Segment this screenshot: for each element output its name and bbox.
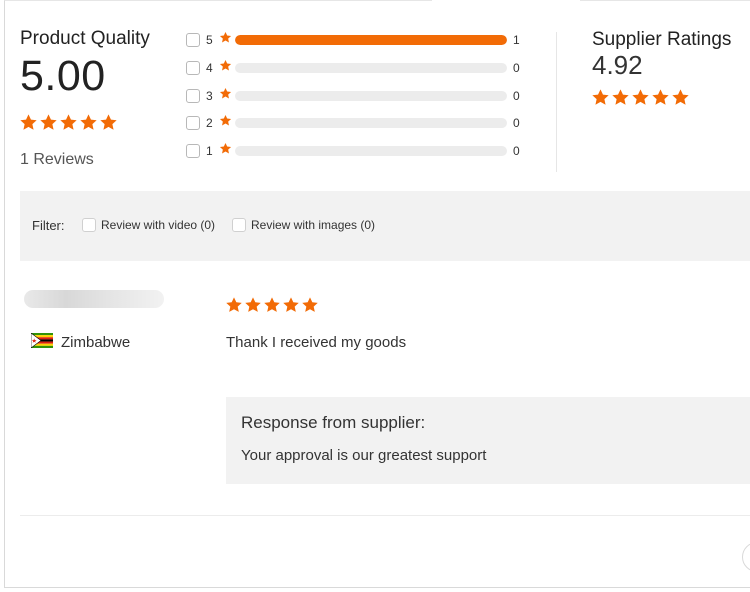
product-quality-score: 5.00 bbox=[20, 52, 106, 100]
rating-row-3: 3 0 bbox=[186, 86, 520, 106]
supplier-response: Response from supplier: Your approval is… bbox=[226, 397, 750, 484]
review-text: Thank I received my goods bbox=[226, 334, 407, 351]
checkbox-icon[interactable] bbox=[232, 218, 246, 232]
product-quality-stars bbox=[19, 113, 118, 132]
rating-row-2: 2 0 bbox=[186, 113, 520, 133]
filter-label: Filter: bbox=[32, 218, 65, 233]
tab-edge bbox=[432, 0, 580, 3]
star-icon bbox=[612, 89, 629, 105]
filter-images-label: Review with images (0) bbox=[251, 218, 376, 232]
rating-checkbox-2[interactable] bbox=[186, 116, 200, 130]
rating-checkbox-3[interactable] bbox=[186, 89, 200, 103]
review-divider bbox=[20, 515, 750, 516]
reviewer-name-blurred bbox=[24, 290, 164, 308]
filter-video-option[interactable]: Review with video (0) bbox=[82, 218, 215, 232]
rating-bar bbox=[235, 35, 507, 45]
review-stars bbox=[225, 296, 319, 314]
rating-count: 0 bbox=[513, 89, 520, 103]
vertical-divider bbox=[556, 32, 557, 172]
star-icon bbox=[672, 89, 689, 105]
star-icon bbox=[652, 89, 669, 105]
supplier-ratings-stars bbox=[591, 88, 690, 107]
star-icon bbox=[219, 31, 232, 49]
star-icon bbox=[219, 114, 232, 132]
rating-row-5: 5 1 bbox=[186, 30, 520, 50]
star-icon bbox=[80, 114, 97, 130]
star-icon bbox=[219, 87, 232, 99]
rating-checkbox-1[interactable] bbox=[186, 144, 200, 158]
filter-video-label: Review with video (0) bbox=[101, 218, 216, 232]
star-icon bbox=[632, 89, 649, 105]
star-icon bbox=[219, 59, 232, 71]
rating-level-label: 3 bbox=[206, 89, 213, 103]
checkbox-icon[interactable] bbox=[82, 218, 96, 232]
rating-bar bbox=[235, 118, 507, 128]
supplier-ratings-score: 4.92 bbox=[592, 50, 643, 80]
rating-count: 0 bbox=[513, 116, 520, 130]
rating-level-label: 5 bbox=[206, 33, 213, 47]
rating-checkbox-4[interactable] bbox=[186, 61, 200, 75]
rating-row-4: 4 0 bbox=[186, 58, 520, 78]
star-icon bbox=[592, 89, 609, 105]
star-icon bbox=[264, 297, 280, 312]
product-quality-title: Product Quality bbox=[20, 28, 150, 49]
star-icon bbox=[245, 297, 261, 312]
rating-bar bbox=[235, 146, 507, 156]
supplier-ratings-title: Supplier Ratings bbox=[592, 29, 732, 50]
star-icon bbox=[40, 114, 57, 130]
zimbabwe-flag-icon bbox=[31, 333, 53, 348]
response-title: Response from supplier: bbox=[241, 413, 426, 432]
rating-level-label: 1 bbox=[206, 144, 213, 158]
star-icon bbox=[219, 142, 232, 160]
rating-count: 0 bbox=[513, 144, 520, 158]
star-icon bbox=[100, 114, 117, 130]
star-icon bbox=[20, 114, 37, 130]
star-icon bbox=[219, 59, 232, 77]
filter-bar: Filter: Review with video (0) Review wit… bbox=[20, 191, 750, 261]
rating-bar bbox=[235, 63, 507, 73]
star-icon bbox=[302, 297, 318, 312]
rating-count: 0 bbox=[513, 61, 520, 75]
rating-level-label: 4 bbox=[206, 61, 213, 75]
rating-row-1: 1 0 bbox=[186, 141, 520, 161]
rating-count: 1 bbox=[513, 33, 520, 47]
rating-level-label: 2 bbox=[206, 116, 213, 130]
response-text: Your approval is our greatest support bbox=[241, 447, 487, 464]
reviewer-country: Zimbabwe bbox=[61, 334, 131, 351]
filter-images-option[interactable]: Review with images (0) bbox=[232, 218, 375, 232]
star-icon bbox=[219, 114, 232, 126]
rating-bar-fill bbox=[235, 35, 507, 45]
star-icon bbox=[219, 142, 232, 154]
star-icon bbox=[60, 114, 77, 130]
star-icon bbox=[226, 297, 242, 312]
rating-checkbox-5[interactable] bbox=[186, 33, 200, 47]
star-icon bbox=[283, 297, 299, 312]
star-icon bbox=[219, 87, 232, 105]
reviews-count: 1 Reviews bbox=[20, 151, 94, 168]
star-icon bbox=[219, 31, 232, 43]
rating-bar bbox=[235, 91, 507, 101]
